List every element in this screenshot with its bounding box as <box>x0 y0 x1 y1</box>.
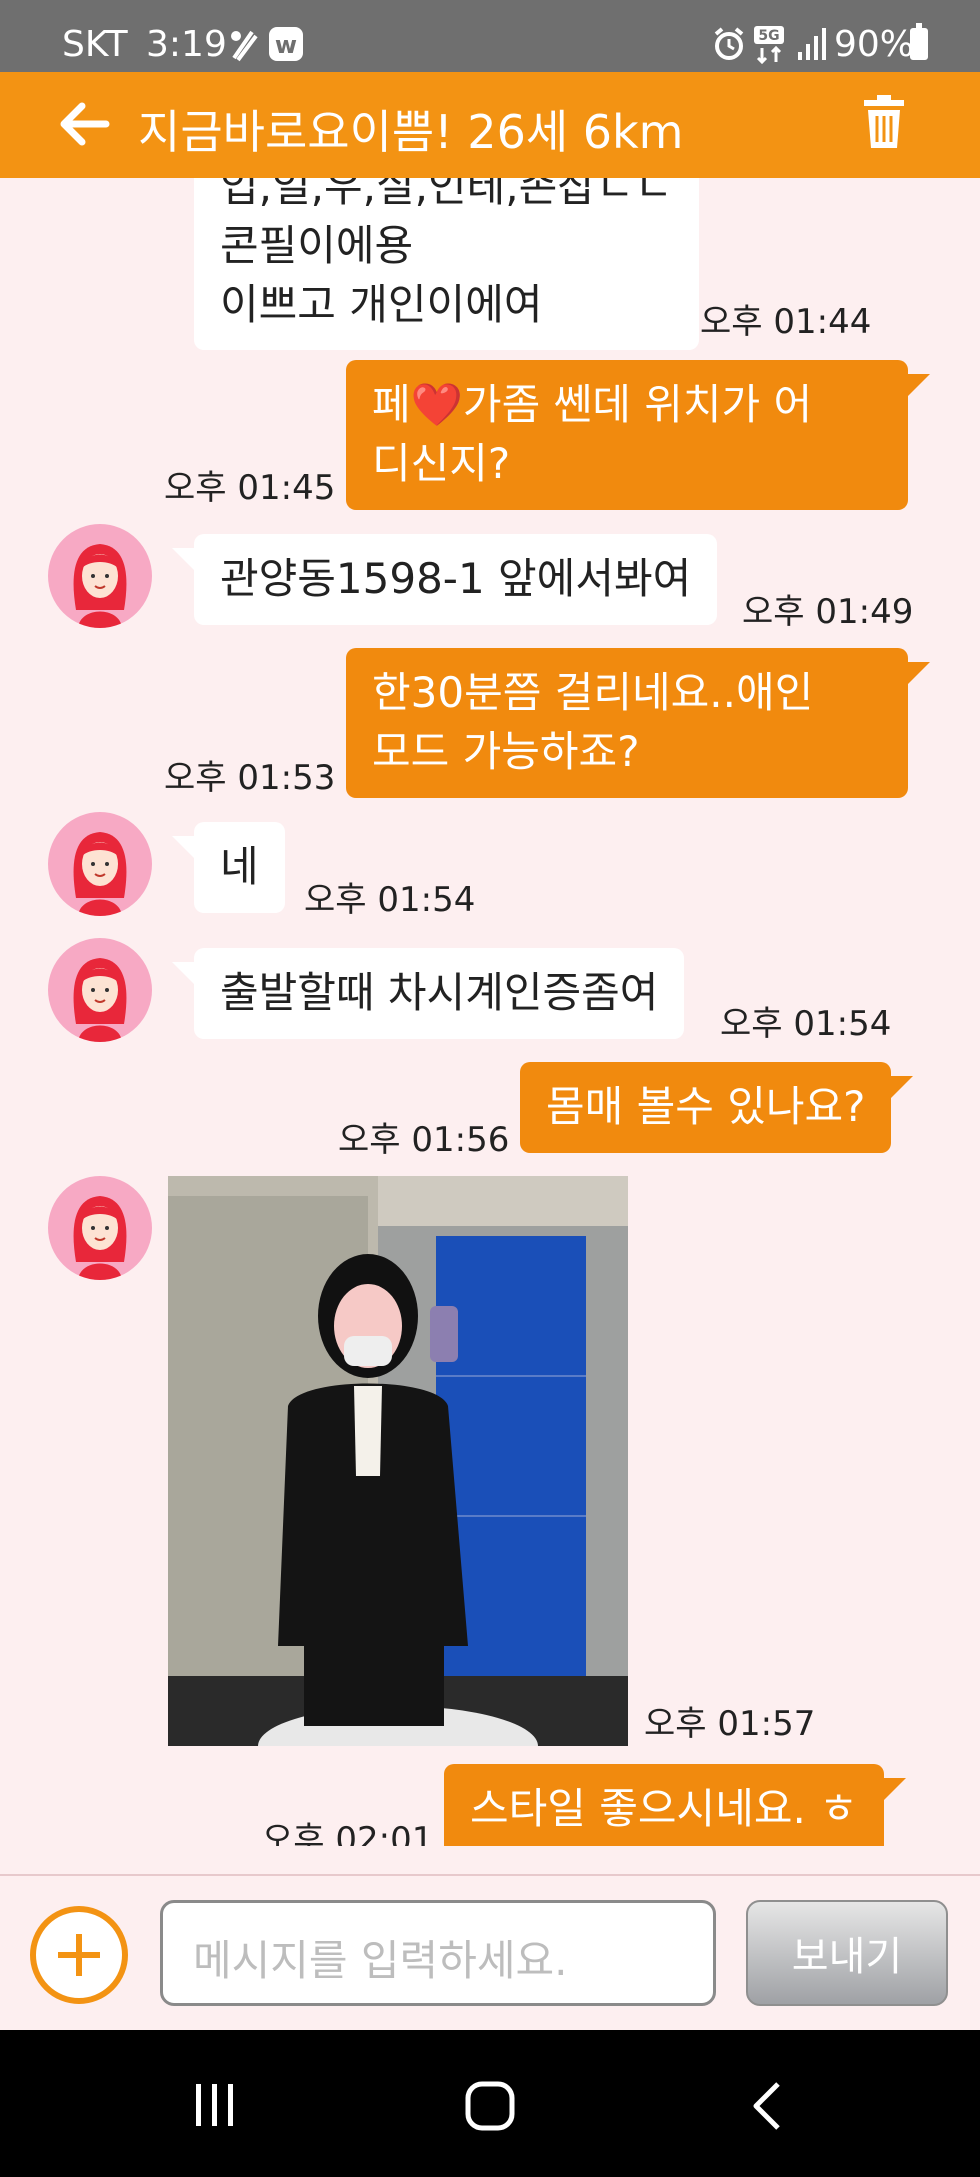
arrow-left-icon[interactable] <box>56 94 116 154</box>
send-button[interactable]: 보내기 <box>746 1900 948 2006</box>
battery-level: 90% <box>834 24 915 65</box>
carrier-label: SKT <box>62 24 128 65</box>
svg-text:5G: 5G <box>758 28 779 44</box>
message-timestamp: 오후 01:56 <box>338 1120 510 1160</box>
message-timestamp: 오후 01:45 <box>164 468 336 508</box>
status-bar: SKT 3:19 w 5G 90% <box>0 0 980 72</box>
home-icon[interactable] <box>464 2080 516 2132</box>
incoming-message-bubble: 네 <box>172 822 285 913</box>
alarm-icon <box>714 27 744 60</box>
message-line: 콘필이에용 <box>220 220 414 270</box>
message-timestamp: 오후 01:54 <box>720 1004 892 1044</box>
incoming-message-bubble: 출발할때 차시계인증좀여 <box>171 948 685 1039</box>
message-line: 이쁘고 개인이에여 <box>220 279 543 329</box>
message-line: 한30분쯤 걸리네요..애인 <box>372 668 814 717</box>
message-line: 페❤️가좀 쎈데 위치가 어 <box>372 380 813 429</box>
incoming-message-bubble: 입,얼,우,실,인테,존잡ㄷㄷ 콘필이에용 이쁘고 개인이에여 <box>171 178 700 351</box>
avatar[interactable] <box>48 938 152 1042</box>
chat-title: 지금바로요이쁨! 26세 6km <box>138 105 684 159</box>
message-list[interactable]: 입,얼,우,실,인테,존잡ㄷㄷ 콘필이에용 이쁘고 개인이에여 오후 01:44… <box>0 178 980 1846</box>
incoming-message-bubble: 관양동1598-1 앞에서봐여 <box>171 534 718 625</box>
battery-icon <box>910 23 928 60</box>
message-text: 출발할때 차시계인증좀여 <box>220 968 659 1017</box>
add-attachment-button[interactable] <box>30 1906 128 2004</box>
girl-avatar-icon <box>73 1196 127 1280</box>
outgoing-message-bubble: 스타일 좋으시네요. ㅎ <box>444 1764 906 1846</box>
message-timestamp: 오후 02:01 <box>262 1820 434 1846</box>
message-line: 모드 가능하죠? <box>372 726 640 776</box>
message-text: 스타일 좋으시네요. ㅎ <box>470 1784 858 1833</box>
svg-text:w: w <box>275 31 297 59</box>
message-text: 몸매 볼수 있나요? <box>546 1082 866 1131</box>
girl-avatar-icon <box>73 544 127 628</box>
message-line: 입,얼,우,실,인테,존잡ㄷㄷ <box>220 178 674 211</box>
outgoing-message-bubble: 몸매 볼수 있나요? <box>520 1062 914 1153</box>
message-timestamp: 오후 01:53 <box>164 758 336 798</box>
avatar[interactable] <box>48 524 152 628</box>
photo-message[interactable] <box>168 1176 628 1746</box>
message-composer: 메시지를 입력하세요. 보내기 <box>0 1874 980 2030</box>
5g-network-icon: 5G <box>754 26 784 64</box>
message-line: 디신지? <box>372 438 511 488</box>
message-input[interactable]: 메시지를 입력하세요. <box>160 1900 716 2006</box>
recent-apps-icon[interactable] <box>190 2080 240 2130</box>
message-timestamp: 오후 01:57 <box>644 1704 816 1744</box>
girl-avatar-icon <box>73 958 127 1042</box>
trash-icon[interactable] <box>862 94 906 150</box>
girl-avatar-icon <box>73 832 127 916</box>
system-navigation-bar <box>0 2030 980 2177</box>
clock: 3:19 <box>146 24 227 65</box>
message-text: 관양동1598-1 앞에서봐여 <box>220 554 692 603</box>
notification-icon <box>231 30 258 62</box>
avatar[interactable] <box>48 812 152 916</box>
message-timestamp: 오후 01:49 <box>742 592 914 632</box>
message-timestamp: 오후 01:44 <box>700 302 872 342</box>
app-w-icon: w <box>269 27 303 61</box>
chat-header: 지금바로요이쁨! 26세 6km <box>0 72 980 178</box>
message-text: 네 <box>220 842 259 891</box>
avatar[interactable] <box>48 1176 152 1280</box>
back-icon[interactable] <box>748 2080 784 2132</box>
outgoing-message-bubble: 페❤️가좀 쎈데 위치가 어 디신지? <box>346 360 930 510</box>
outgoing-message-bubble: 한30분쯤 걸리네요..애인 모드 가능하죠? <box>346 648 930 798</box>
signal-icon <box>798 28 826 60</box>
message-timestamp: 오후 01:54 <box>304 880 476 920</box>
mirror-selfie-image <box>168 1176 628 1746</box>
